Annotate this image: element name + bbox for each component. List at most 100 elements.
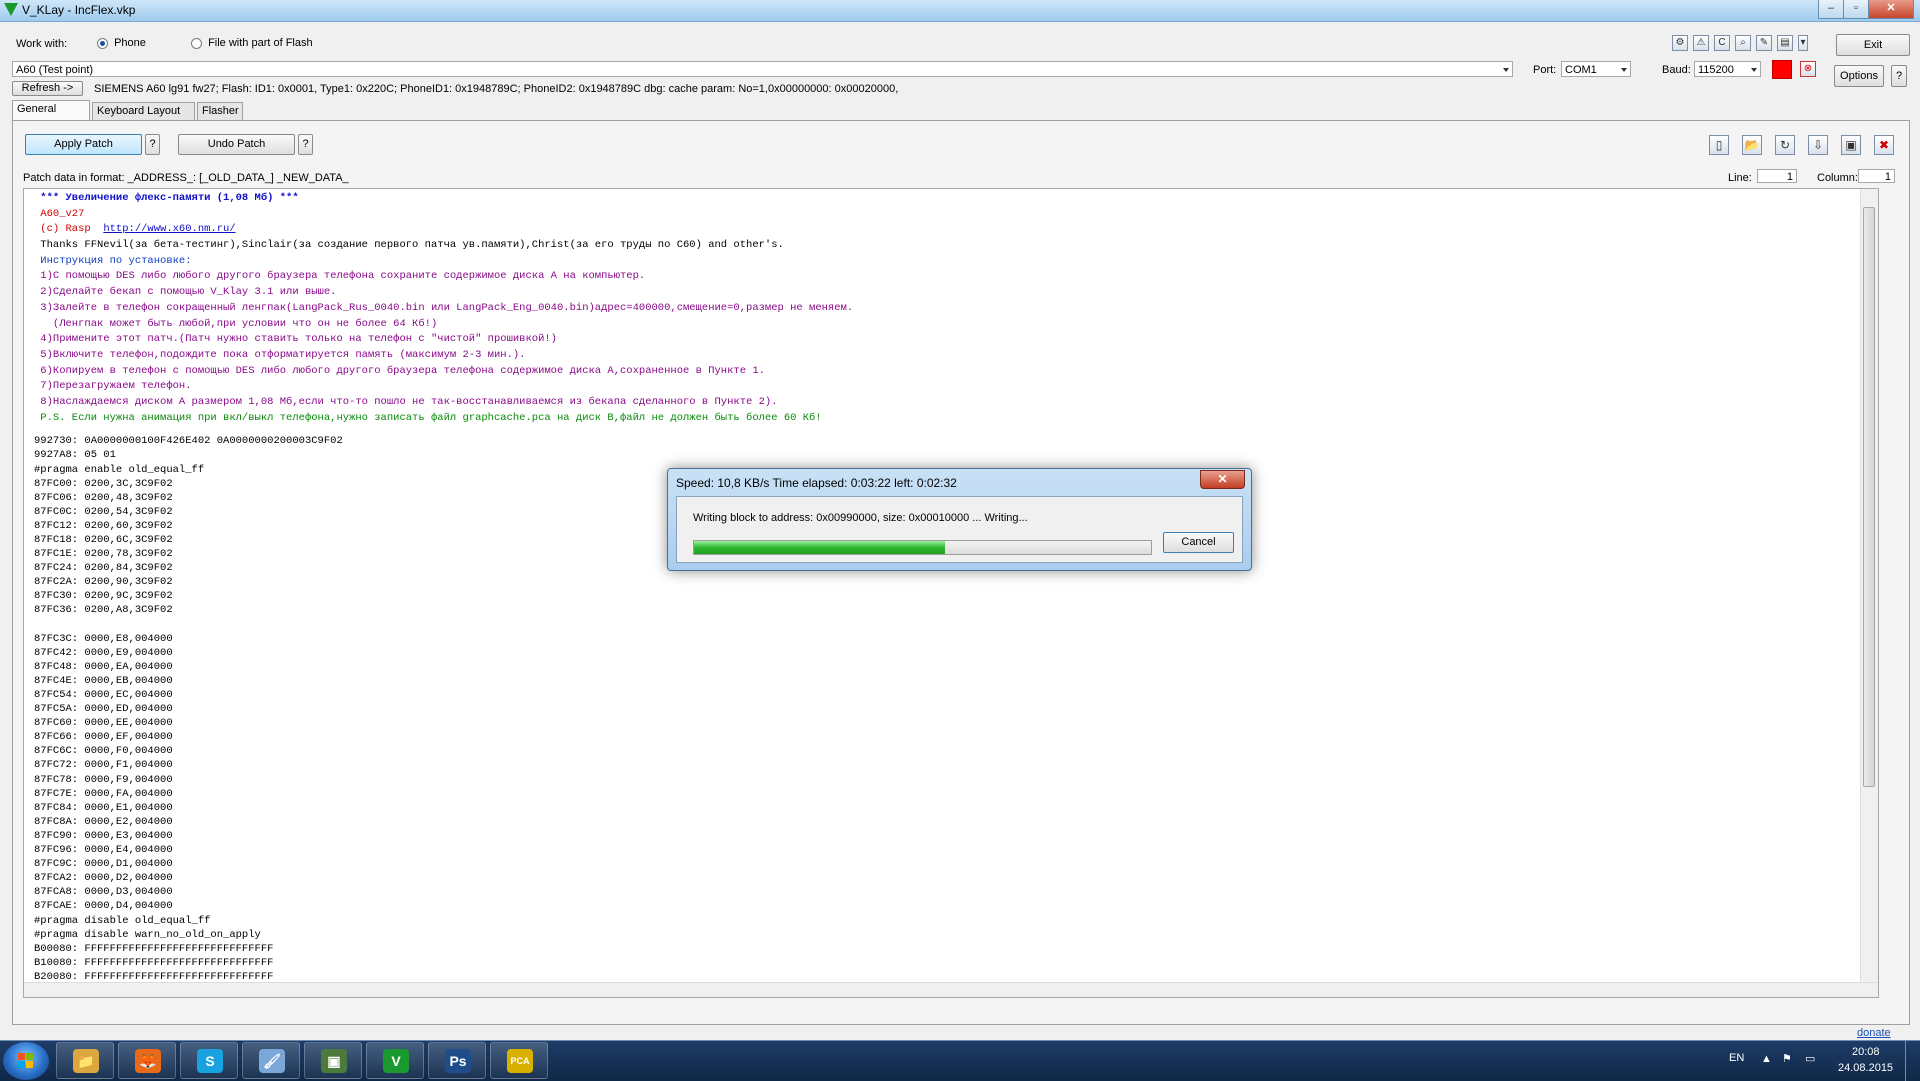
editor-comment-line: 5)Включите телефон,подождите пока отформ… — [34, 348, 526, 361]
clock-time[interactable]: 20:08 — [1852, 1046, 1880, 1058]
editor-comment-line: 6)Копируем в телефон с помощью DES либо … — [34, 364, 765, 377]
save-file-icon[interactable]: ▣ — [1841, 135, 1861, 155]
patch-line: B00080: FFFFFFFFFFFFFFFFFFFFFFFFFFFFFF — [34, 942, 274, 955]
phone-info-text: SIEMENS A60 lg91 fw27; Flash: ID1: 0x000… — [94, 83, 899, 95]
baud-select[interactable]: 115200 — [1694, 61, 1761, 77]
port-select-value: COM1 — [1565, 64, 1597, 76]
windows-logo-icon — [18, 1053, 34, 1069]
title-bar: V_KLay - IncFlex.vkp – ▫ ✕ — [0, 0, 1920, 22]
progress-dialog-body: Writing block to address: 0x00990000, si… — [676, 496, 1243, 563]
device-select[interactable]: A60 (Test point) — [12, 61, 1513, 77]
language-indicator[interactable]: EN — [1729, 1052, 1744, 1064]
baud-label: Baud: — [1662, 64, 1691, 76]
radio-phone[interactable]: Phone — [97, 37, 146, 49]
delete-file-icon[interactable]: ✖ — [1874, 135, 1894, 155]
bell-icon[interactable]: ⚠ — [1693, 35, 1709, 51]
patch-line: 87FC54: 0000,EC,004000 — [34, 689, 173, 701]
close-window-button[interactable]: ✕ — [1868, 0, 1914, 19]
taskbar-app-firefox[interactable]: 🦊 — [118, 1042, 176, 1079]
donate-link[interactable]: donate — [1857, 1027, 1891, 1039]
patch-line: 87FC60: 0000,EE,004000 — [34, 717, 173, 730]
screen-icon[interactable]: ▤ — [1777, 35, 1793, 51]
tab-keyboard-layout[interactable]: Keyboard Layout — [92, 102, 195, 120]
clock-date[interactable]: 24.08.2015 — [1838, 1062, 1893, 1074]
reload-file-icon[interactable]: ↻ — [1775, 135, 1795, 155]
patch-line: 87FCA8: 0000,D3,004000 — [34, 886, 173, 899]
refresh-button[interactable]: Refresh -> — [12, 81, 83, 96]
patch-line: 87FC8A: 0000,E2,004000 — [34, 815, 173, 828]
patch-line: 87FC72: 0000,F1,004000 — [34, 759, 173, 772]
vertical-scrollbar[interactable] — [1860, 189, 1878, 997]
patch-line: #pragma disable warn_no_old_on_apply — [34, 928, 261, 941]
undo-patch-help-button[interactable]: ? — [298, 134, 313, 155]
patch-line: 87FC9C: 0000,D1,004000 — [34, 858, 173, 871]
network-icon[interactable]: ⚑ — [1782, 1052, 1792, 1065]
maximize-button[interactable]: ▫ — [1843, 0, 1869, 19]
calc-icon[interactable]: C — [1714, 35, 1730, 51]
app-logo-icon — [4, 3, 18, 16]
options-button[interactable]: Options — [1834, 65, 1884, 87]
tab-flasher[interactable]: Flasher — [197, 102, 243, 120]
tools-icon[interactable]: ✎ — [1756, 35, 1772, 51]
apply-patch-button[interactable]: Apply Patch — [25, 134, 142, 155]
taskbar-app-explorer[interactable]: 📁 — [56, 1042, 114, 1079]
new-file-icon[interactable]: ▯ — [1709, 135, 1729, 155]
terminal-icon: ▣ — [321, 1049, 347, 1073]
editor-comment-line: P.S. Если нужна анимация при вкл/выкл те… — [34, 411, 822, 424]
editor-comment-line: 7)Перезагружаем телефон. — [34, 380, 192, 393]
editor-comment-line: (c) Rasp http://www.x60.nm.ru/ — [34, 223, 236, 236]
patch-line: 87FCA2: 0000,D2,004000 — [34, 872, 173, 885]
horizontal-scrollbar[interactable] — [24, 982, 1878, 997]
status-indicator-red — [1772, 60, 1792, 79]
search-icon[interactable]: ⌕ — [1735, 35, 1751, 51]
patch-line: 87FC78: 0000,F9,004000 — [34, 773, 173, 786]
port-select[interactable]: COM1 — [1561, 61, 1631, 77]
help-button[interactable]: ? — [1891, 65, 1907, 87]
tab-general-patch[interactable]: General Patch — [12, 100, 90, 132]
taskbar: 📁 🦊 S 🖌 ▣ V Ps PCA EN ▲ ⚑ ▭ 20:08 24.08.2015 — [0, 1040, 1920, 1081]
taskbar-app-terminal[interactable]: ▣ — [304, 1042, 362, 1079]
editor-comment-line: (Ленгпак может быть любой,при условии чт… — [34, 317, 438, 330]
cancel-button[interactable]: Cancel — [1163, 532, 1234, 553]
import-icon[interactable]: ⇩ — [1808, 135, 1828, 155]
skype-icon: S — [197, 1049, 223, 1073]
minimize-button[interactable]: – — [1818, 0, 1844, 19]
patch-editor[interactable]: *** Увеличение флекс-памяти (1,08 Мб) **… — [23, 188, 1879, 998]
v_klay-icon: V — [383, 1049, 409, 1073]
vertical-scrollbar-thumb[interactable] — [1863, 207, 1875, 787]
exit-button[interactable]: Exit — [1836, 34, 1910, 56]
radio-file[interactable]: File with part of Flash — [191, 37, 313, 49]
connect-icon[interactable]: ⚙ — [1672, 35, 1688, 51]
taskbar-app-v_klay[interactable]: V — [366, 1042, 424, 1079]
progress-dialog-title: Speed: 10,8 KB/s Time elapsed: 0:03:22 l… — [676, 476, 957, 490]
patch-line: 992730: 0A0000000100F426E402 0A000000020… — [34, 435, 343, 448]
tray-expand-icon[interactable]: ▲ — [1761, 1053, 1772, 1065]
toolbar-dropdown-icon[interactable]: ▾ — [1798, 35, 1808, 51]
line-field[interactable]: 1 — [1757, 169, 1797, 183]
patch-line: 87FC2A: 0200,90,3C9F02 — [34, 576, 173, 589]
patch-code[interactable]: *** Увеличение флекс-памяти (1,08 Мб) **… — [34, 191, 853, 997]
patch-line: 9927A8: 05 01 — [34, 449, 116, 462]
apply-patch-help-button[interactable]: ? — [145, 134, 160, 155]
undo-patch-button[interactable]: Undo Patch — [178, 134, 295, 155]
editor-comment-line: *** Увеличение флекс-памяти (1,08 Мб) **… — [34, 192, 299, 204]
column-field[interactable]: 1 — [1858, 169, 1895, 183]
author-link[interactable]: http://www.x60.nm.ru/ — [103, 223, 235, 235]
show-desktop-button[interactable] — [1905, 1041, 1920, 1081]
stop-icon[interactable]: ⊗ — [1800, 61, 1816, 77]
taskbar-app-pca[interactable]: PCA — [490, 1042, 548, 1079]
radio-file-dot[interactable] — [191, 37, 202, 49]
start-button[interactable] — [3, 1042, 49, 1080]
patch-line: 87FC5A: 0000,ED,004000 — [34, 703, 173, 716]
patch-line: 87FC30: 0200,9C,3C9F02 — [34, 590, 173, 603]
editor-comment-line: Инструкция по установке: — [34, 254, 192, 267]
paint-icon: 🖌 — [259, 1049, 285, 1073]
taskbar-app-photoshop[interactable]: Ps — [428, 1042, 486, 1079]
radio-phone-dot[interactable] — [97, 37, 108, 49]
progress-message: Writing block to address: 0x00990000, si… — [693, 512, 1028, 524]
volume-icon[interactable]: ▭ — [1805, 1052, 1815, 1065]
open-file-icon[interactable]: 📂 — [1742, 135, 1762, 155]
progress-dialog-close-button[interactable]: ✕ — [1200, 470, 1245, 489]
taskbar-app-skype[interactable]: S — [180, 1042, 238, 1079]
taskbar-app-paint[interactable]: 🖌 — [242, 1042, 300, 1079]
